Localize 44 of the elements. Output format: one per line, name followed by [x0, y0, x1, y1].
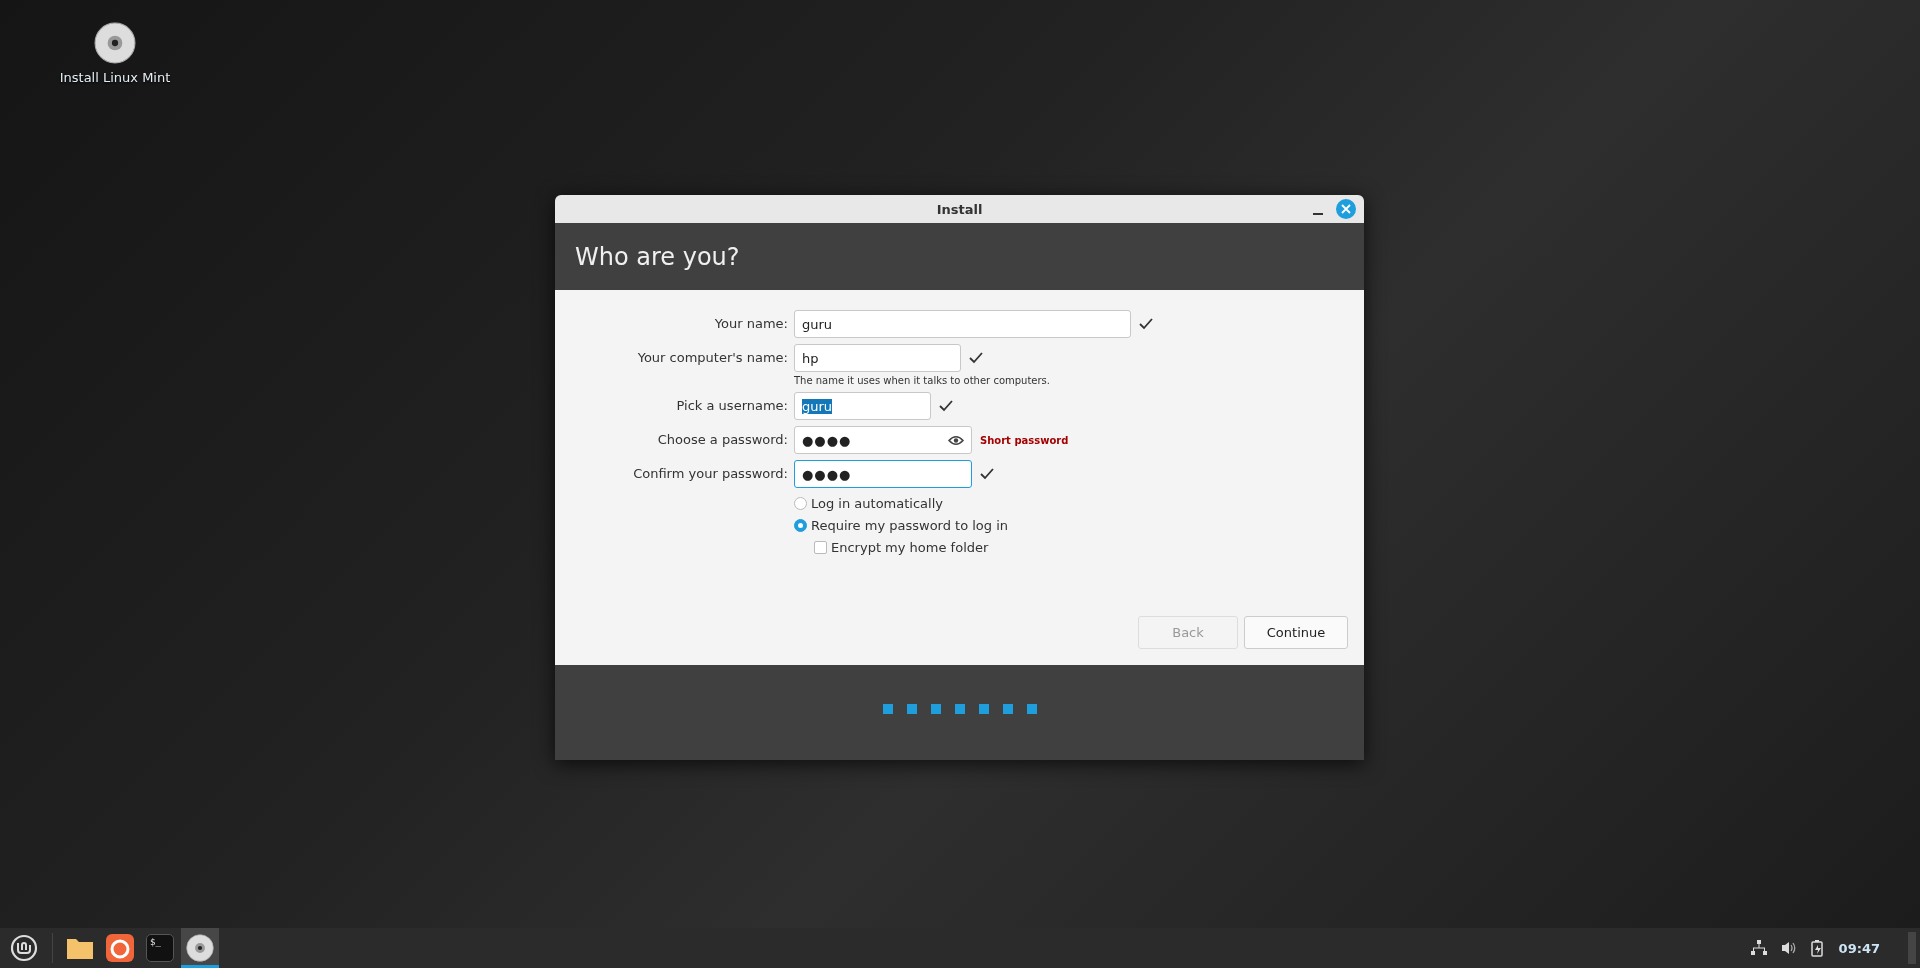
- volume-icon[interactable]: [1780, 941, 1797, 955]
- close-button[interactable]: [1336, 199, 1356, 219]
- text-field[interactable]: ●●●●: [794, 460, 972, 488]
- radio-button[interactable]: [794, 497, 807, 510]
- close-icon: [1341, 204, 1351, 214]
- disc-icon: [94, 22, 136, 64]
- checkmark-icon: [1139, 318, 1153, 330]
- radio-button[interactable]: [794, 519, 807, 532]
- text-field[interactable]: guru: [794, 310, 1131, 338]
- field-label: Pick a username:: [676, 397, 788, 415]
- option-label[interactable]: Require my password to log in: [811, 518, 1009, 533]
- page-heading: Who are you?: [575, 242, 740, 271]
- option-label[interactable]: Log in automatically: [811, 496, 943, 511]
- field-value: ●●●●: [802, 466, 852, 482]
- checkmark-icon: [969, 352, 983, 364]
- field-value: guru: [802, 316, 833, 332]
- window-title: Install: [936, 201, 983, 217]
- minimize-icon: [1313, 213, 1323, 215]
- terminal-icon: $_: [146, 934, 174, 962]
- folder-icon: [66, 936, 94, 960]
- field-label: Choose a password:: [657, 431, 788, 449]
- warning-message: Short password: [980, 434, 1069, 446]
- field-value: hp: [802, 350, 819, 366]
- field-hint: The name it uses when it talks to other computers.: [794, 375, 1050, 386]
- desktop-icon-label[interactable]: Install Linux Mint: [59, 70, 171, 85]
- continue-button[interactable]: Continue: [1244, 616, 1348, 649]
- field-label: Confirm your password:: [633, 465, 788, 483]
- checkmark-icon: [980, 468, 994, 480]
- field-label: Your computer's name:: [637, 349, 788, 367]
- field-label: Your name:: [714, 315, 788, 333]
- text-field[interactable]: guru: [794, 392, 931, 420]
- checkmark-icon: [939, 400, 953, 412]
- option-label[interactable]: Encrypt my home folder: [831, 540, 989, 555]
- network-icon[interactable]: [1750, 940, 1767, 956]
- eye-icon[interactable]: [948, 434, 964, 446]
- battery-icon[interactable]: [1810, 939, 1825, 957]
- disc-icon: [186, 934, 214, 962]
- text-field[interactable]: hp: [794, 344, 961, 372]
- field-value: ●●●●: [802, 432, 852, 448]
- browser-icon: [106, 934, 134, 962]
- clock[interactable]: 09:47: [1838, 940, 1880, 956]
- field-value: guru: [802, 398, 833, 414]
- checkbox[interactable]: [814, 541, 827, 554]
- text-field[interactable]: ●●●●: [794, 426, 972, 454]
